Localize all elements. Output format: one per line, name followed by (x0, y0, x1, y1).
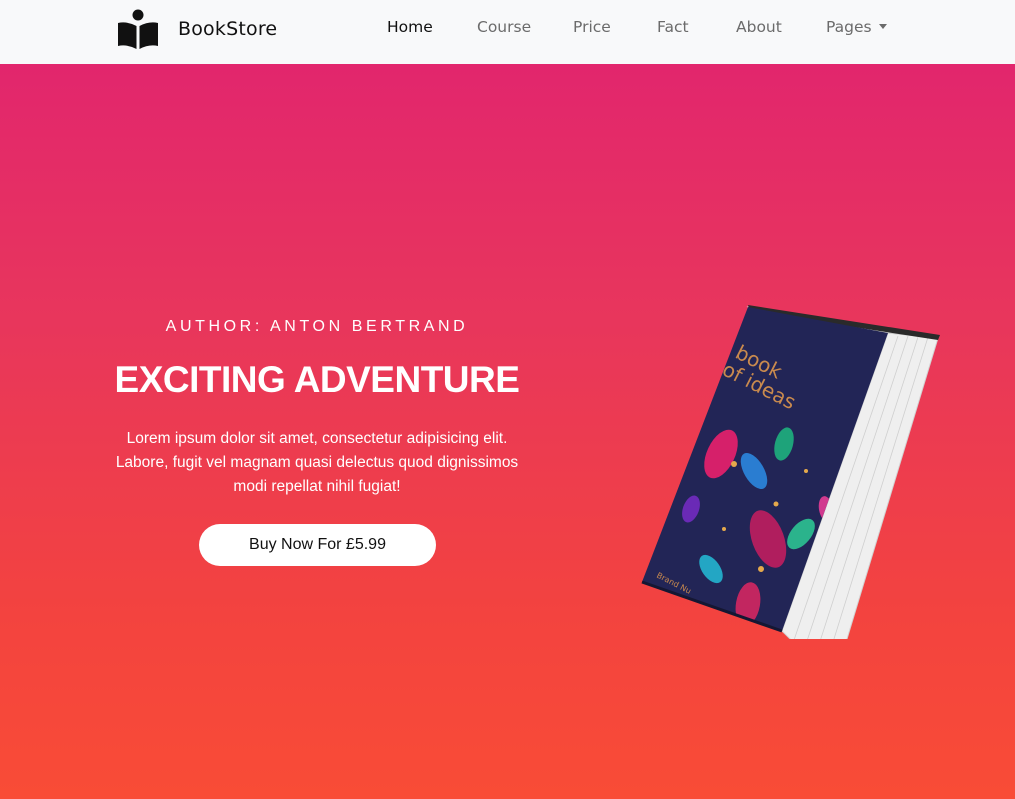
hero-description-line: modi repellat nihil fugiat! (233, 478, 401, 495)
book-image: book of ideas Brand Nu (641, 305, 940, 639)
hero-author: AUTHOR: ANTON BERTRAND (165, 318, 469, 335)
nav-links: Home Course Price Fact About Pages (0, 0, 1015, 64)
hero-description-line: Labore, fugit vel magnam quasi delectus … (115, 454, 519, 471)
nav-link-price[interactable]: Price (573, 18, 611, 36)
nav-link-pages-dropdown[interactable]: Pages (826, 18, 887, 36)
hero-section: AUTHOR: ANTON BERTRAND EXCITING ADVENTUR… (0, 64, 1015, 799)
caret-down-icon (878, 24, 887, 29)
buy-now-button[interactable]: Buy Now For £5.99 (199, 524, 436, 566)
nav-link-course[interactable]: Course (477, 18, 531, 36)
nav-link-about[interactable]: About (736, 18, 782, 36)
nav-link-fact[interactable]: Fact (657, 18, 689, 36)
nav-link-home[interactable]: Home (387, 18, 433, 36)
hero-description: Lorem ipsum dolor sit amet, consectetur … (86, 427, 548, 499)
hero-description-line: Lorem ipsum dolor sit amet, consectetur … (126, 430, 508, 447)
hero-title: EXCITING ADVENTURE (114, 359, 520, 400)
navbar: BookStore Home Course Price Fact About P… (0, 0, 1015, 64)
nav-link-pages-label: Pages (826, 18, 872, 36)
